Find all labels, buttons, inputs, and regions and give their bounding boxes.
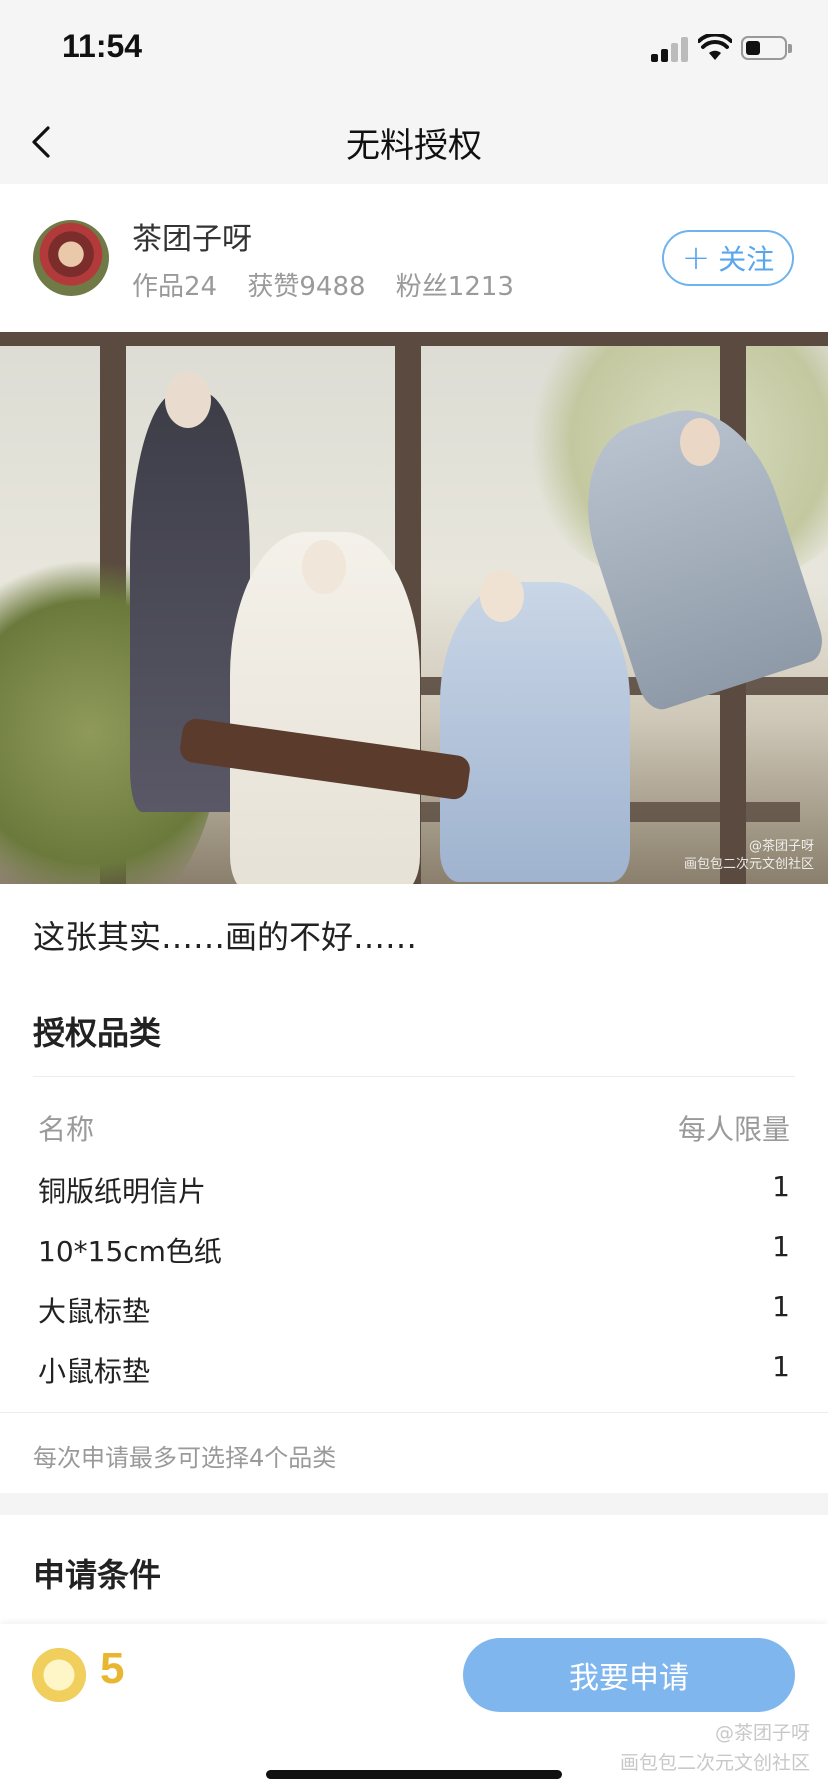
home-indicator[interactable] [266, 1770, 562, 1779]
status-bar: 11:54 [0, 0, 828, 100]
artwork-description: 这张其实……画的不好…… [33, 918, 418, 956]
categories-table-header: 名称 每人限量 [38, 1108, 790, 1148]
wifi-icon [698, 34, 732, 60]
category-qty: 1 [772, 1230, 790, 1263]
status-time: 11:54 [62, 28, 143, 64]
category-name: 大鼠标垫 [38, 1295, 151, 1328]
artwork-watermark: @茶团子呀 画包包二次元文创社区 [683, 839, 814, 872]
follow-button[interactable]: + 关注 [662, 230, 794, 286]
table-row: 小鼠标垫 1 [38, 1350, 790, 1390]
category-name: 铜版纸明信片 [38, 1175, 207, 1208]
bottom-bar: 5 我要申请 @茶团子呀 画包包二次元文创社区 [0, 1624, 828, 1792]
page-title: 无料授权 [346, 126, 482, 166]
avatar[interactable] [33, 220, 109, 296]
author-name[interactable]: 茶团子呀 [132, 214, 252, 258]
categories-title: 授权品类 [33, 1014, 162, 1052]
nav-bar: 无料授权 [0, 100, 828, 184]
divider [33, 1076, 795, 1077]
section-separator [0, 1493, 828, 1515]
categories-note: 每次申请最多可选择4个品类 [33, 1444, 337, 1472]
category-qty: 1 [772, 1170, 790, 1203]
table-row: 铜版纸明信片 1 [38, 1170, 790, 1210]
fans-count: 粉丝1213 [395, 272, 514, 302]
table-row: 10*15cm色纸 1 [38, 1230, 790, 1270]
author-info: 茶团子呀 作品24 获赞9488 粉丝1213 + 关注 [0, 184, 828, 330]
author-stats: 作品24 获赞9488 粉丝1213 [132, 266, 536, 303]
apply-button[interactable]: 我要申请 [463, 1638, 795, 1712]
coin-value: 5 [100, 1644, 125, 1693]
artwork-image[interactable]: @茶团子呀 画包包二次元文创社区 [0, 332, 828, 884]
page-watermark: @茶团子呀 画包包二次元文创社区 [619, 1722, 810, 1774]
category-qty: 1 [772, 1350, 790, 1383]
works-count: 作品24 [132, 272, 218, 302]
plus-icon: + [681, 238, 711, 278]
follow-label: 关注 [718, 243, 775, 276]
header-name: 名称 [38, 1113, 95, 1146]
divider [0, 1412, 828, 1413]
likes-count: 获赞9488 [247, 272, 366, 302]
cellular-signal-icon [651, 36, 691, 62]
category-qty: 1 [772, 1290, 790, 1323]
header-limit: 每人限量 [677, 1113, 790, 1146]
category-name: 小鼠标垫 [38, 1355, 151, 1388]
conditions-title: 申请条件 [33, 1556, 162, 1594]
battery-icon [741, 36, 792, 60]
category-name: 10*15cm色纸 [38, 1235, 222, 1268]
table-row: 大鼠标垫 1 [38, 1290, 790, 1330]
coin-icon [32, 1648, 86, 1702]
